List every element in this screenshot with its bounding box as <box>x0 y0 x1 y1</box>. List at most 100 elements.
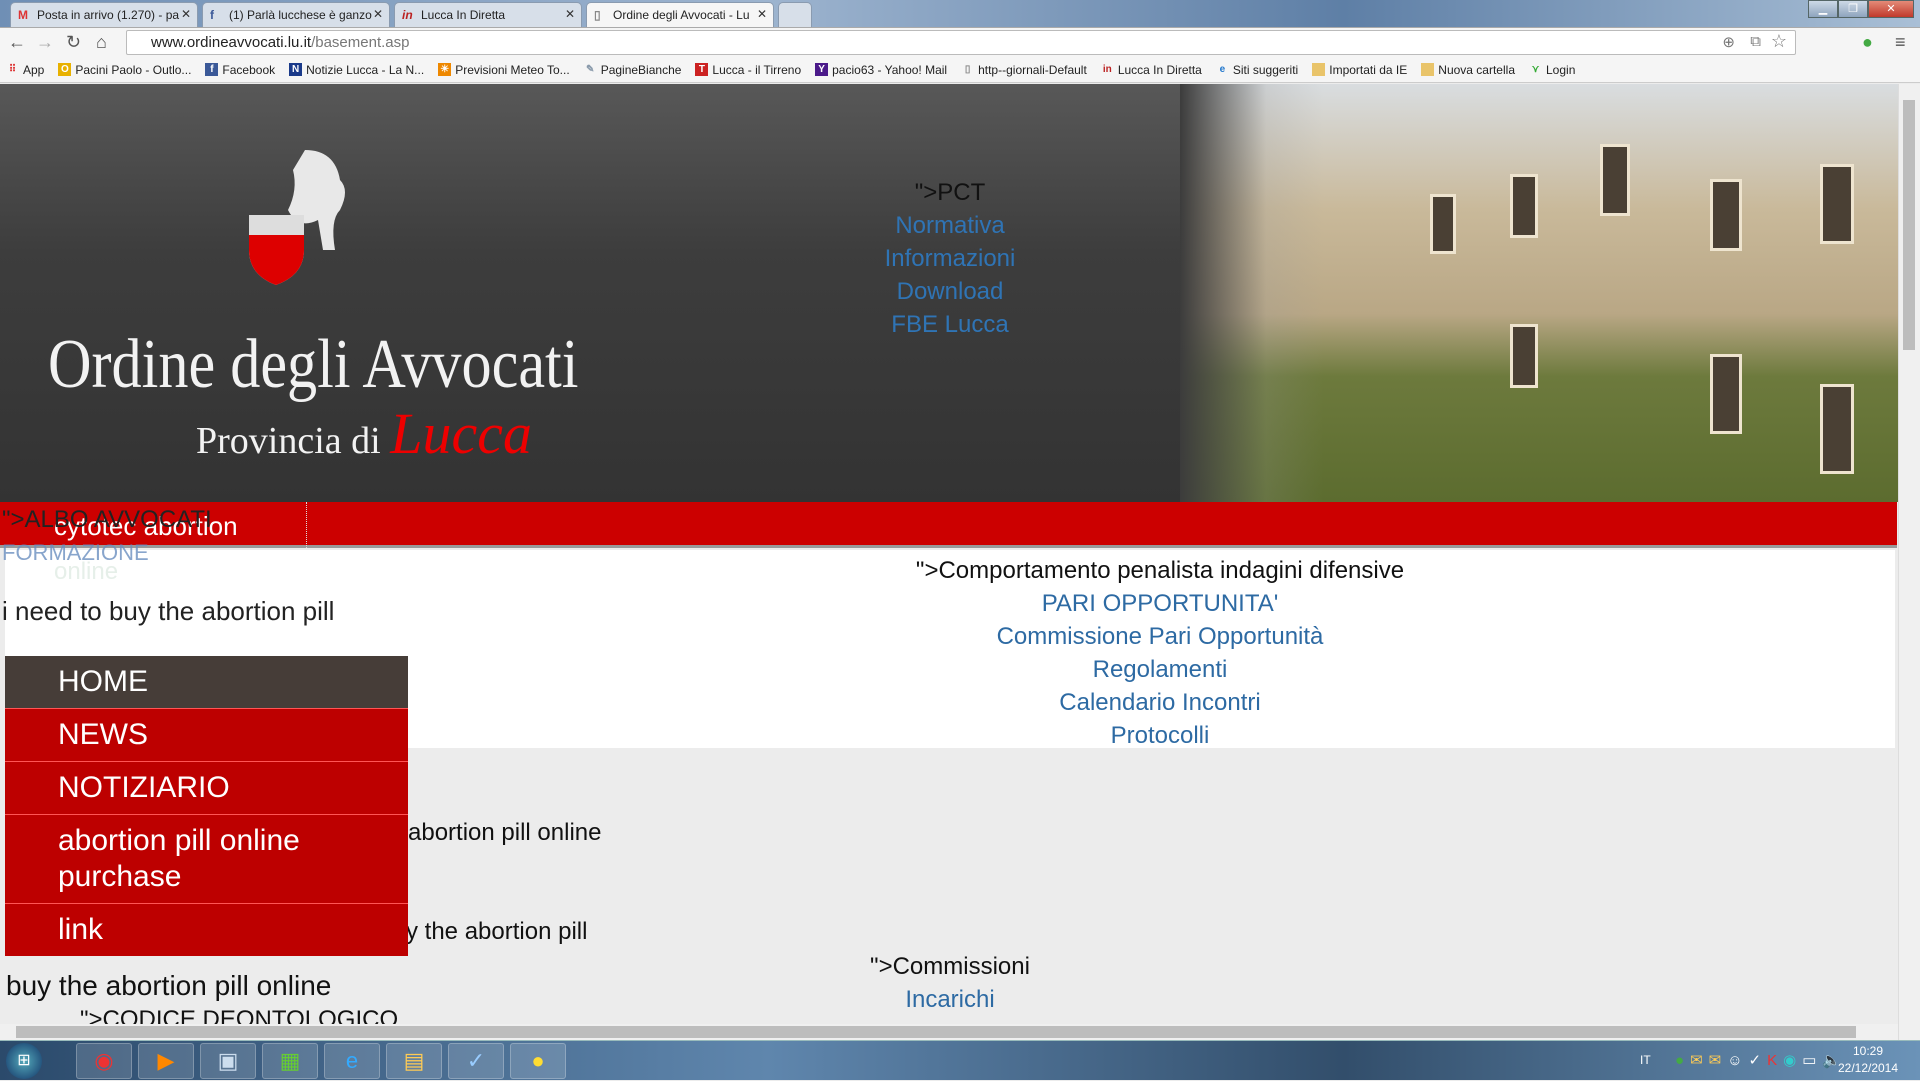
link-protocolli[interactable]: Protocolli <box>780 719 1540 752</box>
gmail-icon: M <box>18 8 28 22</box>
menu-item-link[interactable]: link <box>5 904 408 956</box>
tab-label: Posta in arrivo (1.270) - pa <box>37 8 180 22</box>
url-host: www.ordineavvocati.lu.it <box>151 34 312 51</box>
minimize-button[interactable]: ▁ <box>1808 0 1838 18</box>
bookmark-star-icon[interactable]: ☆ <box>1771 31 1787 52</box>
link-informazioni[interactable]: Informazioni <box>850 242 1050 275</box>
ie-taskbar-button[interactable]: e <box>324 1043 380 1079</box>
bookmark-item[interactable]: e Siti suggeriti <box>1216 62 1299 77</box>
menu-item-abortion-pill[interactable]: abortion pill online purchase <box>5 815 408 904</box>
photos-taskbar-button[interactable]: ▣ <box>200 1043 256 1079</box>
bookmark-item[interactable]: ⋎ Login <box>1529 62 1576 77</box>
bookmark-item[interactable]: Ypacio63 - Yahoo! Mail <box>815 63 947 77</box>
folder-icon <box>1421 63 1435 76</box>
menu-icon[interactable]: ≡ <box>1895 32 1906 53</box>
zoom-icon[interactable]: ⊕ <box>1722 33 1735 51</box>
link-commissione-pari-opportunita[interactable]: Commissione Pari Opportunità <box>780 620 1540 653</box>
mail2-icon: ✉ <box>1708 1052 1728 1069</box>
vertical-scrollbar[interactable] <box>1898 84 1920 1040</box>
close-tab-icon[interactable]: ✕ <box>181 7 191 21</box>
link-normativa[interactable]: Normativa <box>850 209 1050 242</box>
app2-taskbar-button[interactable]: ● <box>510 1043 566 1079</box>
yahoo-icon: Y <box>815 63 829 76</box>
tool-taskbar-button[interactable]: ✓ <box>448 1043 504 1079</box>
tab-strip: M Posta in arrivo (1.270) - pa ✕ f (1) Parl… <box>0 0 1920 27</box>
apps-icon: ⠿ <box>8 64 17 75</box>
bookmark-item[interactable]: ▯ http--giornali-Default <box>961 63 1087 77</box>
link-pari-opportunita[interactable]: PARI OPPORTUNITA' <box>780 587 1540 620</box>
translate-icon[interactable]: ⧉ <box>1750 33 1761 50</box>
bookmark-label: Previsioni Meteo To... <box>455 62 570 77</box>
link-incarichi[interactable]: Incarichi <box>800 983 1100 1016</box>
bookmark-item[interactable]: T Lucca - il Tirreno <box>695 63 801 77</box>
restore-button[interactable]: ❐ <box>1838 0 1868 18</box>
hangouts-icon: ● <box>1675 1052 1691 1069</box>
bookmark-item[interactable]: ☀ Previsioni Meteo To... <box>438 63 570 77</box>
home-icon[interactable]: ⌂ <box>96 32 107 53</box>
media-player-taskbar-button[interactable]: ▶ <box>138 1043 194 1079</box>
pct-heading: ">PCT <box>914 179 986 206</box>
link-calendario-incontri[interactable]: Calendario Incontri <box>780 686 1540 719</box>
link-download[interactable]: Download <box>850 275 1050 308</box>
lucca-coat-of-arms-logo <box>245 140 375 290</box>
horizontal-scrollbar[interactable] <box>0 1024 1898 1040</box>
new-tab-button[interactable] <box>778 2 812 27</box>
menu-item-notiziario[interactable]: NOTIZIARIO <box>5 762 408 815</box>
luccaindiretta-icon: in <box>402 8 413 22</box>
buy-pill-text: i need to buy the abortion pill <box>2 596 335 626</box>
address-bar[interactable]: www.ordineavvocati.lu.it/basement.asp ⊕ … <box>126 30 1796 55</box>
hangouts-icon[interactable]: ● <box>1862 32 1873 53</box>
explorer-taskbar-button[interactable]: ▤ <box>386 1043 442 1079</box>
bookmark-label: Pacini Paolo - Outlo... <box>75 62 192 77</box>
reload-icon[interactable]: ↻ <box>66 32 81 53</box>
app-taskbar-button[interactable]: ▦ <box>262 1043 318 1079</box>
weather-icon: ☀ <box>438 63 452 76</box>
forward-icon[interactable]: → <box>36 32 54 53</box>
chrome-taskbar-button[interactable]: ◉ <box>76 1043 132 1079</box>
bookmark-folder[interactable]: Nuova cartella <box>1421 63 1515 77</box>
window-close-button[interactable]: ✕ <box>1868 0 1914 18</box>
bookmark-label: pacio63 - Yahoo! Mail <box>832 62 948 77</box>
bookmark-item[interactable]: f Facebook <box>205 63 275 77</box>
bookmark-app[interactable]: ⠿ App <box>6 63 45 77</box>
clock-time[interactable]: 10:29 <box>1838 1044 1898 1058</box>
tab-lucca-in-diretta[interactable]: in Lucca In Diretta ✕ <box>394 2 582 27</box>
back-icon[interactable]: ← <box>8 32 26 53</box>
scroll-thumb[interactable] <box>1903 100 1915 350</box>
bookmark-item[interactable]: in Lucca In Diretta <box>1101 63 1202 77</box>
tab-label: Ordine degli Avvocati - Lu <box>613 8 750 22</box>
bookmark-label: PagineBianche <box>600 62 682 77</box>
login-icon: ⋎ <box>1531 64 1540 75</box>
tab-ordine-avvocati[interactable]: ▯ Ordine degli Avvocati - Lu ✕ <box>586 2 774 27</box>
tray-icons[interactable]: ●✉✉☺✓K◉▭🔈 <box>1675 1051 1847 1069</box>
albo-avvocati-link[interactable]: ">ALBO AVVOCATI <box>2 506 212 534</box>
url-path: /basement.asp <box>311 34 410 51</box>
bookmark-folder[interactable]: Importati da IE <box>1312 63 1407 77</box>
red-nav-bar: cytotec abortion <box>0 502 1897 548</box>
codice-deontologico-link[interactable]: ">CODICE DEONTOLOGICO <box>80 1006 398 1024</box>
facebook-icon: f <box>205 63 219 76</box>
link-fbe-lucca[interactable]: FBE Lucca <box>850 308 1050 341</box>
outlook-icon: O <box>58 63 72 76</box>
bookmark-label: Lucca In Diretta <box>1117 62 1202 77</box>
tab-gmail[interactable]: M Posta in arrivo (1.270) - pa ✕ <box>10 2 198 27</box>
link-regolamenti[interactable]: Regolamenti <box>780 653 1540 686</box>
bookmark-item[interactable]: N Notizie Lucca - La N... <box>289 63 424 77</box>
start-button[interactable]: ⊞ <box>6 1043 42 1079</box>
close-tab-icon[interactable]: ✕ <box>373 7 383 21</box>
menu-item-news[interactable]: NEWS <box>5 709 408 762</box>
clock-date[interactable]: 22/12/2014 <box>1830 1061 1906 1075</box>
bookmark-label: Siti suggeriti <box>1232 62 1299 77</box>
user-icon: ☺ <box>1727 1052 1749 1069</box>
center-menu: ">Comportamento penalista indagini difen… <box>780 554 1540 752</box>
bookmark-item[interactable]: O Pacini Paolo - Outlo... <box>58 63 191 77</box>
bookmark-item[interactable]: ✎ PagineBianche <box>584 62 682 77</box>
tab-facebook[interactable]: f (1) Parlà lucchese è ganzo ✕ <box>202 2 390 27</box>
close-tab-icon[interactable]: ✕ <box>757 7 767 21</box>
scroll-thumb[interactable] <box>16 1026 1856 1038</box>
online-text: online <box>54 558 119 585</box>
menu-item-home[interactable]: HOME <box>5 656 408 709</box>
bookmark-label: Login <box>1546 62 1576 77</box>
close-tab-icon[interactable]: ✕ <box>565 7 575 21</box>
language-indicator[interactable]: IT <box>1640 1053 1651 1067</box>
